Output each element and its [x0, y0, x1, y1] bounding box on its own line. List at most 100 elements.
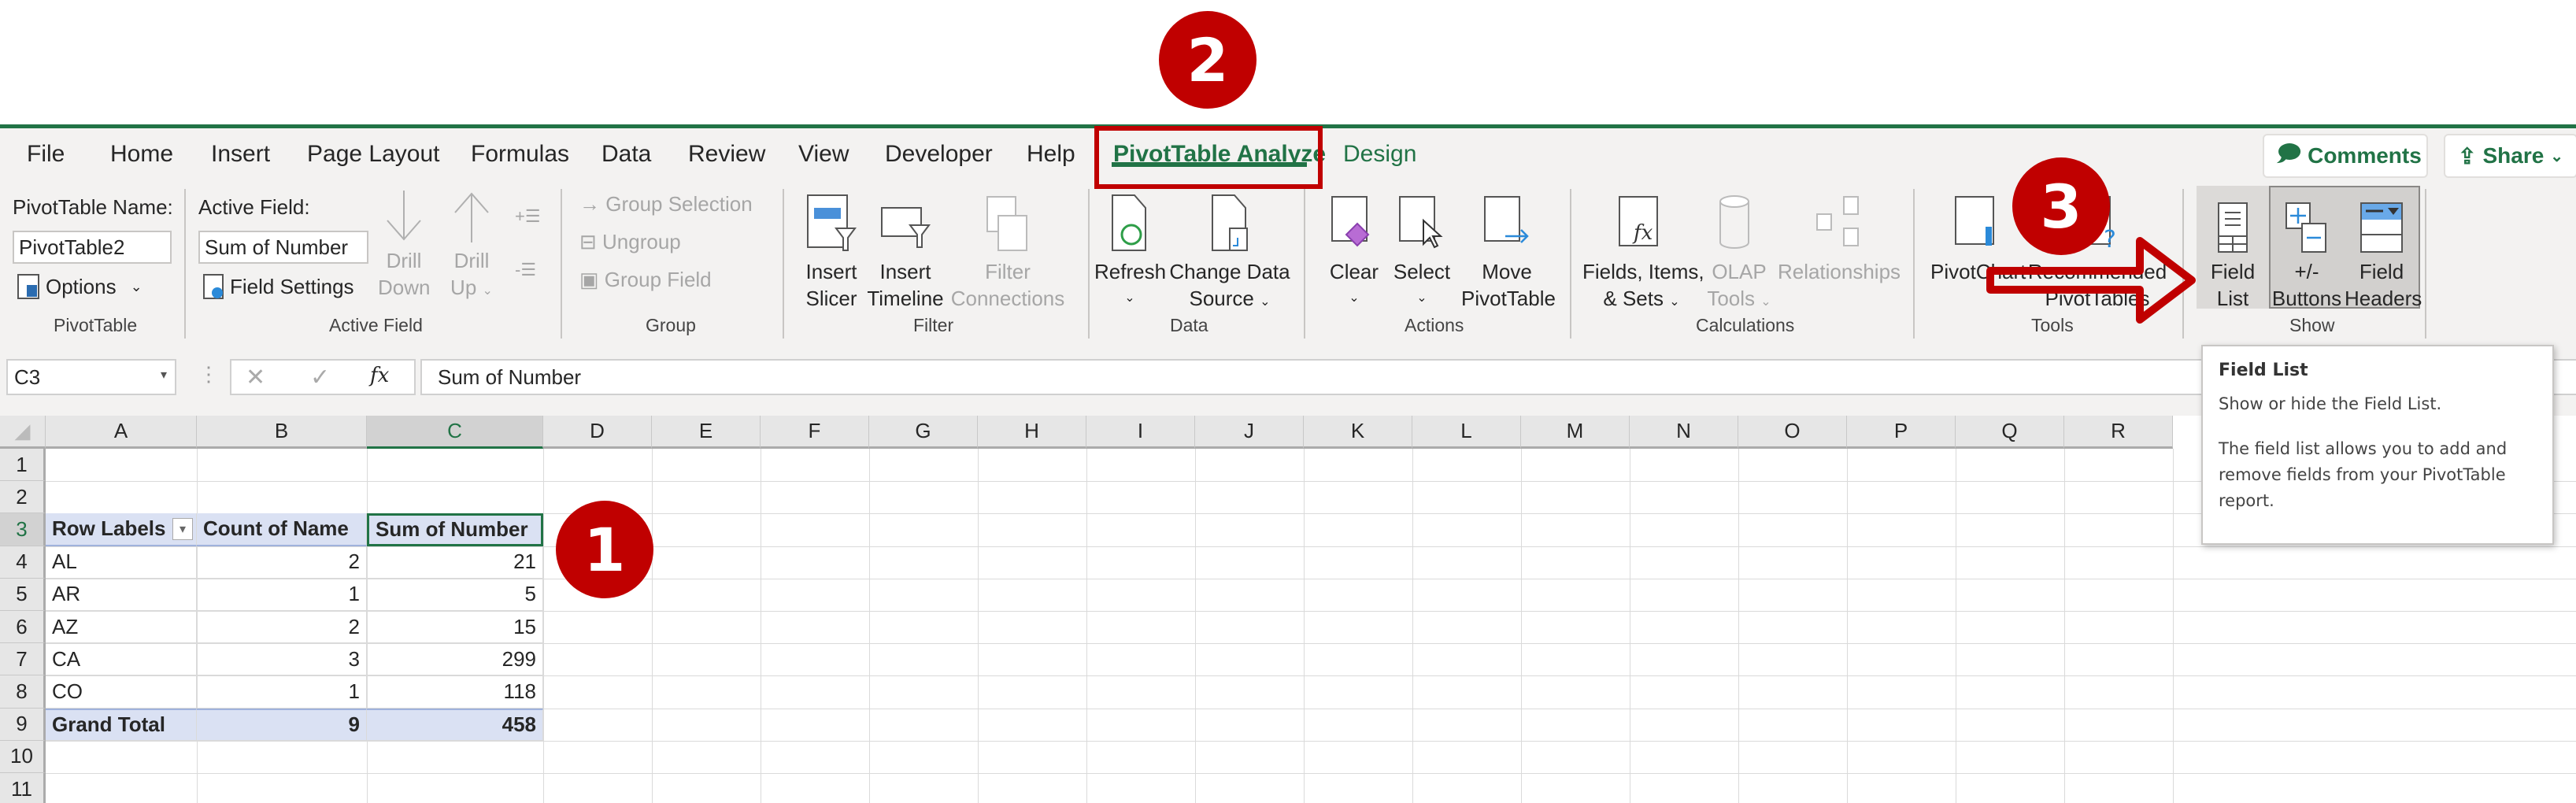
- column-header-b[interactable]: B: [197, 416, 367, 449]
- row-labels-filter-dropdown-icon[interactable]: ▾: [172, 518, 193, 541]
- tab-home[interactable]: Home: [110, 141, 173, 168]
- move-pivottable-button[interactable]: Move PivotTable: [1461, 189, 1556, 312]
- column-header-m[interactable]: M: [1521, 416, 1630, 449]
- pivot-grand-total-sum[interactable]: 458: [367, 708, 543, 741]
- column-header-d[interactable]: D: [543, 416, 652, 449]
- pivot-row-sum[interactable]: 299: [367, 643, 543, 676]
- cancel-icon[interactable]: ✕: [246, 364, 265, 391]
- row-header-1[interactable]: 1: [0, 449, 46, 482]
- pivot-row-count[interactable]: 2: [197, 546, 367, 579]
- row-header-10[interactable]: 10: [0, 740, 46, 773]
- row-header-3[interactable]: 3: [0, 513, 46, 546]
- group-field-button[interactable]: ▣ Group Field: [579, 268, 712, 292]
- pivot-grand-total-count[interactable]: 9: [197, 708, 367, 741]
- options-button[interactable]: Options ⌄: [17, 274, 142, 299]
- column-header-j[interactable]: J: [1195, 416, 1304, 449]
- column-header-p[interactable]: P: [1847, 416, 1956, 449]
- pivot-row-label[interactable]: CA: [46, 643, 197, 676]
- pivot-header-count[interactable]: Count of Name: [197, 513, 367, 546]
- fields-items-sets-button[interactable]: fx Fields, Items, & Sets ⌄: [1582, 189, 1704, 316]
- pivottable-name-input[interactable]: PivotTable2: [13, 231, 172, 264]
- insert-timeline-button[interactable]: Insert Timeline: [866, 189, 945, 312]
- column-header-q[interactable]: Q: [1956, 416, 2064, 449]
- column-header-k[interactable]: K: [1304, 416, 1412, 449]
- column-header-f[interactable]: F: [761, 416, 869, 449]
- drill-down-button[interactable]: Drill Down: [378, 189, 430, 301]
- row-header-7[interactable]: 7: [0, 643, 46, 676]
- pivot-row-sum[interactable]: 5: [367, 578, 543, 611]
- drill-up-button[interactable]: Drill Up ⌄: [446, 189, 498, 305]
- ungroup-button[interactable]: ⊟ Ungroup: [579, 230, 681, 254]
- group-selection-button[interactable]: → Group Selection: [579, 192, 753, 216]
- pivot-row-count[interactable]: 1: [197, 675, 367, 709]
- pivot-row-count[interactable]: 2: [197, 611, 367, 644]
- pivot-header-row-labels[interactable]: Row Labels ▾: [46, 513, 197, 546]
- expand-field-icon[interactable]: +☰: [515, 206, 541, 227]
- column-header-n[interactable]: N: [1630, 416, 1738, 449]
- share-button[interactable]: ⇪ Share ⌄: [2444, 134, 2576, 178]
- active-field-input[interactable]: Sum of Number: [198, 231, 368, 264]
- pivot-grand-total-label[interactable]: Grand Total: [46, 708, 197, 741]
- pivot-row-count[interactable]: 3: [197, 643, 367, 676]
- olap-tools-button[interactable]: OLAP Tools ⌄: [1704, 189, 1775, 316]
- pivot-row-label[interactable]: CO: [46, 675, 197, 709]
- pivot-row-label[interactable]: AZ: [46, 611, 197, 644]
- filter-connections-label-2: Connections: [950, 287, 1065, 310]
- column-header-r[interactable]: R: [2064, 416, 2173, 449]
- column-header-i[interactable]: I: [1086, 416, 1195, 449]
- tab-insert[interactable]: Insert: [211, 141, 270, 168]
- column-header-l[interactable]: L: [1412, 416, 1521, 449]
- select-all-corner[interactable]: ◢: [0, 416, 46, 449]
- row-header-5[interactable]: 5: [0, 578, 46, 611]
- tab-review[interactable]: Review: [688, 141, 765, 168]
- move-label-1: Move: [1482, 260, 1532, 283]
- pivot-row-sum[interactable]: 15: [367, 611, 543, 644]
- relationships-button[interactable]: Relationships: [1776, 189, 1902, 285]
- pivot-row-label[interactable]: AR: [46, 578, 197, 611]
- formula-bar-grip-icon[interactable]: ⋮: [198, 362, 219, 387]
- column-header-g[interactable]: G: [869, 416, 978, 449]
- column-header-e[interactable]: E: [652, 416, 761, 449]
- column-header-h[interactable]: H: [978, 416, 1086, 449]
- tab-help[interactable]: Help: [1027, 141, 1075, 168]
- row-header-11[interactable]: 11: [0, 773, 46, 803]
- tab-formulas[interactable]: Formulas: [471, 141, 569, 168]
- enter-check-icon[interactable]: ✓: [310, 364, 330, 391]
- pivot-row-label[interactable]: AL: [46, 546, 197, 579]
- refresh-button[interactable]: Refresh ⌄: [1094, 189, 1167, 312]
- tab-view[interactable]: View: [798, 141, 849, 168]
- select-button[interactable]: Select ⌄: [1390, 189, 1453, 312]
- tab-page-layout[interactable]: Page Layout: [307, 141, 439, 168]
- top-margin: [0, 0, 2576, 126]
- pivot-row-count[interactable]: 1: [197, 578, 367, 611]
- tab-design[interactable]: Design: [1343, 141, 1416, 168]
- pivot-header-sum[interactable]: Sum of Number: [367, 513, 543, 546]
- comments-button[interactable]: 🗩 Comments: [2263, 134, 2428, 178]
- column-header-a[interactable]: A: [46, 416, 197, 449]
- tab-developer[interactable]: Developer: [885, 141, 993, 168]
- plus-minus-buttons-toggle[interactable]: +/- Buttons: [2271, 189, 2343, 312]
- row-header-2[interactable]: 2: [0, 481, 46, 514]
- column-header-c[interactable]: C: [367, 416, 543, 449]
- field-settings-button[interactable]: Field Settings: [203, 274, 354, 299]
- collapse-field-icon[interactable]: -☰: [515, 260, 536, 280]
- refresh-label: Refresh: [1094, 260, 1167, 283]
- clear-button[interactable]: Clear ⌄: [1323, 189, 1386, 312]
- name-box[interactable]: C3 ▾: [6, 359, 176, 395]
- field-list-button[interactable]: Field List: [2197, 189, 2269, 312]
- column-header-o[interactable]: O: [1738, 416, 1847, 449]
- field-headers-toggle[interactable]: Field Headers: [2345, 189, 2422, 312]
- row-header-8[interactable]: 8: [0, 675, 46, 709]
- dropdown-arrow-icon[interactable]: ▾: [161, 367, 167, 383]
- row-header-6[interactable]: 6: [0, 611, 46, 644]
- row-header-4[interactable]: 4: [0, 546, 46, 579]
- row-header-9[interactable]: 9: [0, 708, 46, 741]
- tab-file[interactable]: File: [27, 141, 65, 168]
- pivot-row-sum[interactable]: 118: [367, 675, 543, 709]
- insert-slicer-button[interactable]: Insert Slicer: [800, 189, 863, 312]
- tab-data[interactable]: Data: [601, 141, 651, 168]
- change-data-source-button[interactable]: Change Data Source ⌄: [1167, 189, 1293, 316]
- insert-function-icon[interactable]: fx: [370, 364, 389, 387]
- pivot-row-sum[interactable]: 21: [367, 546, 543, 579]
- filter-connections-button[interactable]: Filter Connections: [945, 189, 1071, 312]
